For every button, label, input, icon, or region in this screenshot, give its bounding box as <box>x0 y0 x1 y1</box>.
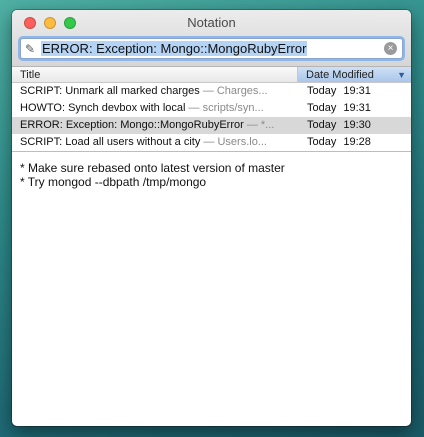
note-day: Today <box>307 85 337 97</box>
note-date-cell: Today 19:31 <box>298 83 411 100</box>
note-row[interactable]: SCRIPT: Unmark all marked charges — Char… <box>12 83 411 100</box>
note-title-cell: HOWTO: Synch devbox with local — scripts… <box>12 100 298 117</box>
title-column-header[interactable]: Title <box>12 67 298 82</box>
note-title-cell: ERROR: Exception: Mongo::MongoRubyError … <box>12 117 298 134</box>
note-title: SCRIPT: Unmark all marked charges <box>20 85 200 97</box>
date-column-label: Date Modified <box>306 69 374 81</box>
note-time: 19:31 <box>343 102 371 114</box>
notes-table-header: Title Date Modified ▼ <box>12 67 411 83</box>
clear-search-icon[interactable]: × <box>384 42 397 55</box>
note-day: Today <box>307 136 337 148</box>
search-field[interactable]: ✎ ERROR: Exception: Mongo::MongoRubyErro… <box>20 38 403 59</box>
note-title-cell: SCRIPT: Load all users without a city — … <box>12 134 298 151</box>
note-title: SCRIPT: Load all users without a city <box>20 136 201 148</box>
note-title: HOWTO: Synch devbox with local <box>20 102 186 114</box>
note-path: — *... <box>243 119 275 131</box>
note-body-line: * Try mongod --dbpath /tmp/mongo <box>20 175 207 189</box>
note-row[interactable]: ERROR: Exception: Mongo::MongoRubyError … <box>12 117 411 134</box>
note-path: — Charges... <box>199 85 268 97</box>
note-date-cell: Today 19:28 <box>298 134 411 151</box>
date-modified-column-header[interactable]: Date Modified ▼ <box>298 67 411 82</box>
sort-descending-icon: ▼ <box>397 70 406 80</box>
window-title: Notation <box>187 15 236 30</box>
search-input[interactable]: ERROR: Exception: Mongo::MongoRubyError <box>41 41 308 56</box>
note-body[interactable]: * Make sure rebased onto latest version … <box>12 152 411 189</box>
title-bar: Notation ✎ ERROR: Exception: Mongo::Mong… <box>12 10 411 67</box>
notation-window: Notation ✎ ERROR: Exception: Mongo::Mong… <box>12 10 411 426</box>
note-title: ERROR: Exception: Mongo::MongoRubyError <box>20 119 244 131</box>
note-date-cell: Today 19:30 <box>298 117 411 134</box>
note-row[interactable]: SCRIPT: Load all users without a city — … <box>12 134 411 151</box>
note-time: 19:31 <box>343 85 371 97</box>
note-date-cell: Today 19:31 <box>298 100 411 117</box>
note-title-cell: SCRIPT: Unmark all marked charges — Char… <box>12 83 298 100</box>
note-day: Today <box>307 102 337 114</box>
note-path: — scripts/syn... <box>185 102 264 114</box>
note-row[interactable]: HOWTO: Synch devbox with local — scripts… <box>12 100 411 117</box>
note-day: Today <box>307 119 337 131</box>
note-time: 19:28 <box>343 136 371 148</box>
note-body-line: * Make sure rebased onto latest version … <box>20 161 285 175</box>
note-time: 19:30 <box>343 119 371 131</box>
note-path: — Users.lo... <box>200 136 267 148</box>
notes-list: SCRIPT: Unmark all marked charges — Char… <box>12 83 411 152</box>
pencil-icon: ✎ <box>25 41 36 56</box>
